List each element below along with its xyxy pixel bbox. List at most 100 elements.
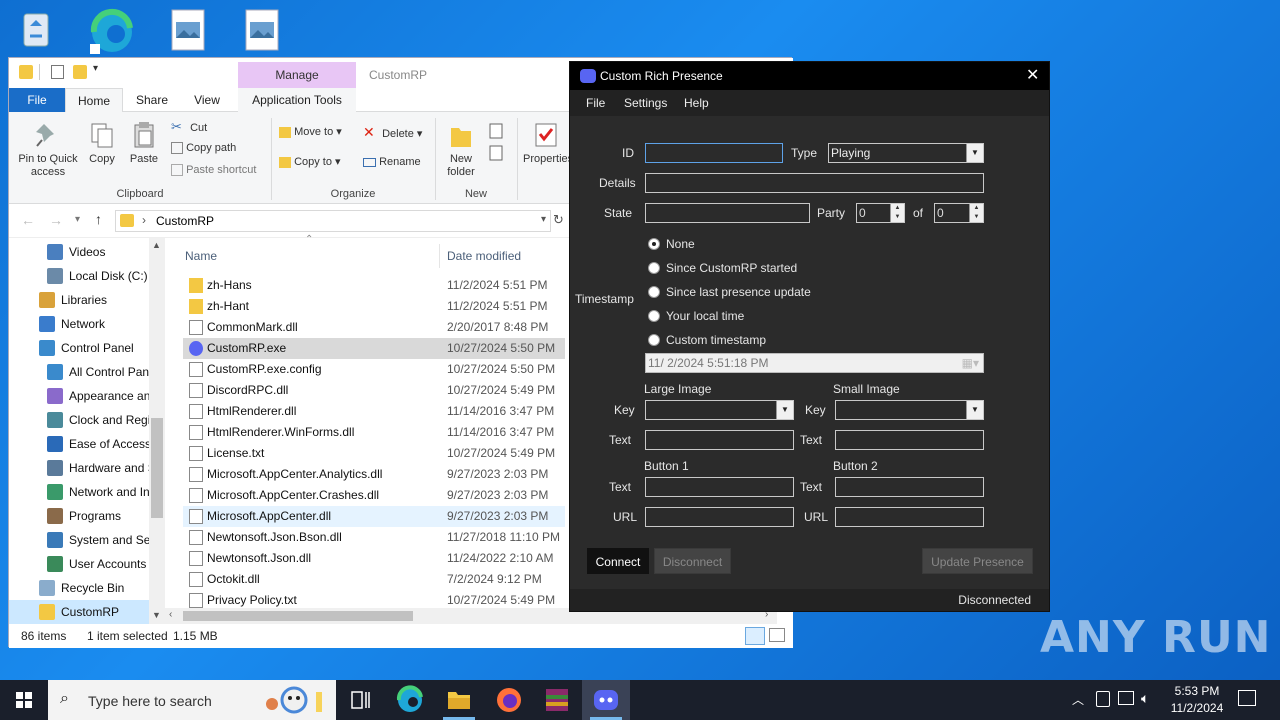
nav-item[interactable]: Hardware and Sound xyxy=(9,456,157,480)
id-input[interactable] xyxy=(645,143,783,163)
file-row[interactable]: Octokit.dll 7/2/2024 9:12 PM xyxy=(183,569,565,590)
start-button[interactable] xyxy=(0,680,48,720)
forward-arrow-icon[interactable]: → xyxy=(49,212,63,228)
delete-button[interactable]: ✕ Delete ▾ xyxy=(363,125,433,142)
chevron-down-icon[interactable]: ▼ xyxy=(966,144,983,162)
nav-item[interactable]: System and Security xyxy=(9,528,157,552)
refresh-icon[interactable]: ↻ xyxy=(553,212,564,228)
column-header-date[interactable]: Date modified xyxy=(447,244,567,268)
file-row[interactable]: zh-Hans 11/2/2024 5:51 PM xyxy=(183,275,565,296)
move-to-button[interactable]: Move to ▾ xyxy=(279,126,359,139)
file-row[interactable]: Newtonsoft.Json.dll 11/24/2022 2:10 AM xyxy=(183,548,565,569)
nav-item[interactable]: Ease of Access xyxy=(9,432,157,456)
details-view-icon[interactable] xyxy=(745,627,765,645)
copy-button[interactable]: Copy xyxy=(85,120,119,166)
search-box[interactable]: ⌕ Type here to search xyxy=(48,680,336,720)
address-bar[interactable]: › CustomRP ▾ xyxy=(115,210,551,232)
chevron-down-icon[interactable]: ▾ xyxy=(93,63,98,74)
timestamp-radio[interactable]: None xyxy=(648,234,848,254)
file-row[interactable]: Microsoft.AppCenter.Analytics.dll 9/27/20… xyxy=(183,464,565,485)
nav-item[interactable]: Network xyxy=(9,312,157,336)
breadcrumb[interactable]: CustomRP xyxy=(156,214,214,228)
paste-button[interactable]: Paste xyxy=(125,120,163,166)
nav-item[interactable]: Network and Internet xyxy=(9,480,157,504)
properties-qat-icon[interactable] xyxy=(51,65,64,79)
nav-item[interactable]: All Control Panel Items xyxy=(9,360,157,384)
taskbar-customrp[interactable] xyxy=(582,680,630,720)
nav-scrollbar[interactable]: ▲ ▼ xyxy=(149,238,165,624)
stepper-down-icon[interactable]: ▼ xyxy=(969,213,983,222)
file-row[interactable]: Newtonsoft.Json.Bson.dll 11/27/2018 11:10… xyxy=(183,527,565,548)
tab-manage[interactable]: Manage xyxy=(238,62,356,88)
disconnect-button[interactable]: Disconnect xyxy=(654,548,731,574)
cut-button[interactable]: ✂ Cut xyxy=(171,120,271,136)
nav-item[interactable]: Recycle Bin xyxy=(9,576,157,600)
task-view-button[interactable] xyxy=(336,680,384,720)
type-select[interactable]: Playing ▼ xyxy=(828,143,984,163)
nav-item[interactable]: User Accounts xyxy=(9,552,157,576)
scroll-up-icon[interactable]: ▲ xyxy=(152,240,161,250)
nav-item[interactable]: Libraries xyxy=(9,288,157,312)
scroll-left-icon[interactable]: ‹ xyxy=(169,609,172,620)
taskbar-winrar[interactable] xyxy=(533,680,581,720)
nav-item[interactable]: Videos xyxy=(9,240,157,264)
scrollbar-thumb[interactable] xyxy=(151,418,163,518)
edge-desktop-icon[interactable] xyxy=(86,6,134,54)
image-file-desktop-icon-2[interactable] xyxy=(240,6,288,54)
button2-url-input[interactable] xyxy=(835,507,984,527)
file-row[interactable]: Microsoft.AppCenter.dll 9/27/2023 2:03 PM xyxy=(183,506,565,527)
large-image-key-select[interactable]: ▼ xyxy=(645,400,794,420)
rename-button[interactable]: Rename xyxy=(363,156,433,169)
clock[interactable]: 5:53 PM 11/2/2024 xyxy=(1164,683,1230,717)
file-row[interactable]: CustomRP.exe.config 10/27/2024 5:50 PM xyxy=(183,359,565,380)
tab-file[interactable]: File xyxy=(9,88,65,112)
update-presence-button[interactable]: Update Presence xyxy=(922,548,1033,574)
up-arrow-icon[interactable]: ↑ xyxy=(95,211,102,227)
file-row[interactable]: DiscordRPC.dll 10/27/2024 5:49 PM xyxy=(183,380,565,401)
nav-item[interactable]: Programs xyxy=(9,504,157,528)
menu-file[interactable]: File xyxy=(586,90,605,116)
file-row[interactable]: HtmlRenderer.WinForms.dll 11/14/2016 3:47… xyxy=(183,422,565,443)
timestamp-radio[interactable]: Since last presence update xyxy=(648,282,848,302)
calendar-icon[interactable]: ▦▾ xyxy=(962,354,979,372)
file-row[interactable]: HtmlRenderer.dll 11/14/2016 3:47 PM xyxy=(183,401,565,422)
large-icons-view-icon[interactable] xyxy=(769,628,785,642)
tab-share[interactable]: Share xyxy=(127,88,177,112)
stepper-up-icon[interactable]: ▲ xyxy=(890,204,904,213)
taskbar-file-explorer[interactable] xyxy=(435,680,483,720)
new-item-button[interactable] xyxy=(487,122,511,170)
show-hidden-icons-chevron-icon[interactable]: ︿ xyxy=(1072,691,1084,708)
small-image-key-select[interactable]: ▼ xyxy=(835,400,984,420)
notifications-icon[interactable] xyxy=(1238,690,1256,706)
recycle-bin-desktop-icon[interactable] xyxy=(12,6,60,54)
timestamp-radio[interactable]: Your local time xyxy=(648,306,848,326)
tab-home[interactable]: Home xyxy=(65,88,123,113)
menu-settings[interactable]: Settings xyxy=(624,90,667,116)
button2-text-input[interactable] xyxy=(835,477,984,497)
network-icon[interactable] xyxy=(1118,691,1134,705)
details-input[interactable] xyxy=(645,173,984,193)
file-row[interactable]: CustomRP.exe 10/27/2024 5:50 PM xyxy=(183,338,565,359)
paste-shortcut-button[interactable]: Paste shortcut xyxy=(171,164,271,177)
nav-item[interactable]: Clock and Region xyxy=(9,408,157,432)
volume-icon[interactable]: 🔈︎ xyxy=(1141,690,1149,707)
timestamp-radio[interactable]: Custom timestamp xyxy=(648,330,848,350)
chevron-down-icon[interactable]: ▼ xyxy=(966,401,983,419)
party-size-stepper[interactable]: 0 ▲ ▼ xyxy=(856,203,905,223)
tab-view[interactable]: View xyxy=(181,88,233,112)
stepper-up-icon[interactable]: ▲ xyxy=(969,204,983,213)
close-icon[interactable]: ✕ xyxy=(1026,62,1039,90)
state-input[interactable] xyxy=(645,203,810,223)
small-image-text-input[interactable] xyxy=(835,430,984,450)
button1-text-input[interactable] xyxy=(645,477,794,497)
chevron-down-icon[interactable]: ▼ xyxy=(776,401,793,419)
nav-item[interactable]: CustomRP xyxy=(9,600,157,624)
menu-help[interactable]: Help xyxy=(684,90,709,116)
recent-chevron-icon[interactable]: ▾ xyxy=(75,214,80,225)
copy-to-button[interactable]: Copy to ▾ xyxy=(279,156,359,169)
nav-item[interactable]: Appearance and Personalization xyxy=(9,384,157,408)
new-folder-button[interactable]: New folder xyxy=(439,120,483,179)
new-folder-qat-icon[interactable] xyxy=(73,65,87,79)
nav-item[interactable]: Local Disk (C:) xyxy=(9,264,157,288)
taskbar-edge[interactable] xyxy=(386,680,434,720)
